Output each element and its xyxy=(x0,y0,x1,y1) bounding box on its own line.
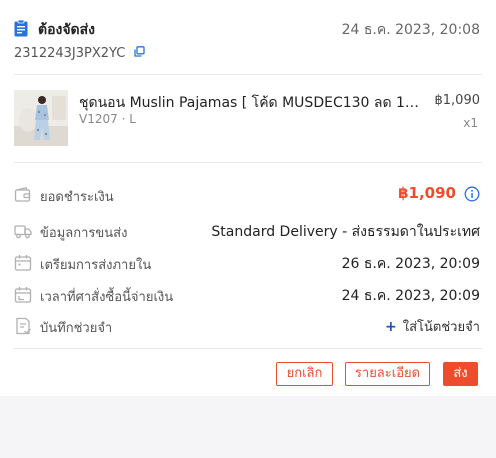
product-item[interactable]: ชุดนอน Muslin Pajamas [ โค้ด MUSDEC130 ล… xyxy=(14,90,480,148)
divider xyxy=(14,348,482,349)
product-thumbnail[interactable] xyxy=(14,90,68,146)
total-row: ยอดชำระเงิน ฿1,090 xyxy=(14,184,480,206)
order-status: ต้องจัดส่ง xyxy=(38,22,96,38)
total-label: ยอดชำระเงิน xyxy=(40,190,114,205)
add-note-link[interactable]: + ใส่โน้ตช่วยจำ xyxy=(385,316,480,337)
divider xyxy=(14,162,482,163)
order-card: ต้องจัดส่ง 24 ธ.ค. 2023, 20:08 2312243J3… xyxy=(0,0,496,396)
shipping-row: ข้อมูลการขนส่ง Standard Delivery - ส่งธร… xyxy=(14,220,480,242)
paid-value: 24 ธ.ค. 2023, 20:09 xyxy=(341,288,480,304)
info-circle-icon[interactable] xyxy=(464,186,480,202)
clipboard-icon xyxy=(14,20,28,37)
note-row: บันทึกช่วยจำ + ใส่โน้ตช่วยจำ xyxy=(14,315,480,337)
calendar-icon xyxy=(14,255,32,271)
total-value: ฿1,090 xyxy=(398,184,456,202)
prepare-row: เตรียมการส่งภายใน 26 ธ.ค. 2023, 20:09 xyxy=(14,252,480,274)
note-icon xyxy=(16,317,31,335)
paid-row: เวลาที่ศาสั่งซื้อนี้จ่ายเงิน 24 ธ.ค. 202… xyxy=(14,284,480,306)
prepare-label: เตรียมการส่งภายใน xyxy=(40,258,152,273)
shipping-value: Standard Delivery - ส่งธรรมดาในประเทศ xyxy=(211,224,480,240)
order-id: 2312243J3PX2YC xyxy=(14,46,126,61)
order-header: ต้องจัดส่ง 24 ธ.ค. 2023, 20:08 xyxy=(14,18,480,40)
order-id-row: 2312243J3PX2YC xyxy=(14,42,146,62)
prepare-value: 26 ธ.ค. 2023, 20:09 xyxy=(341,256,480,272)
product-variant: V1207 · L xyxy=(79,112,136,126)
paid-label: เวลาที่ศาสั่งซื้อนี้จ่ายเงิน xyxy=(40,290,174,305)
truck-icon xyxy=(14,225,32,239)
calendar-clock-icon xyxy=(14,287,32,303)
add-note-label: ใส่โน้ตช่วยจำ xyxy=(402,320,480,335)
copy-icon[interactable] xyxy=(134,46,146,57)
note-label: บันทึกช่วยจำ xyxy=(40,321,113,336)
plus-icon: + xyxy=(385,319,397,335)
product-quantity: x1 xyxy=(463,116,478,130)
details-button[interactable]: รายละเอียด xyxy=(345,362,430,386)
order-date: 24 ธ.ค. 2023, 20:08 xyxy=(341,22,480,38)
shipping-label: ข้อมูลการขนส่ง xyxy=(40,226,128,241)
product-price: ฿1,090 xyxy=(434,93,481,108)
divider xyxy=(14,74,482,75)
ship-button[interactable]: ส่ง xyxy=(443,362,478,386)
cancel-button[interactable]: ยกเลิก xyxy=(276,362,333,386)
product-image xyxy=(14,90,68,146)
product-name[interactable]: ชุดนอน Muslin Pajamas [ โค้ด MUSDEC130 ล… xyxy=(79,92,419,114)
wallet-icon xyxy=(14,187,31,202)
